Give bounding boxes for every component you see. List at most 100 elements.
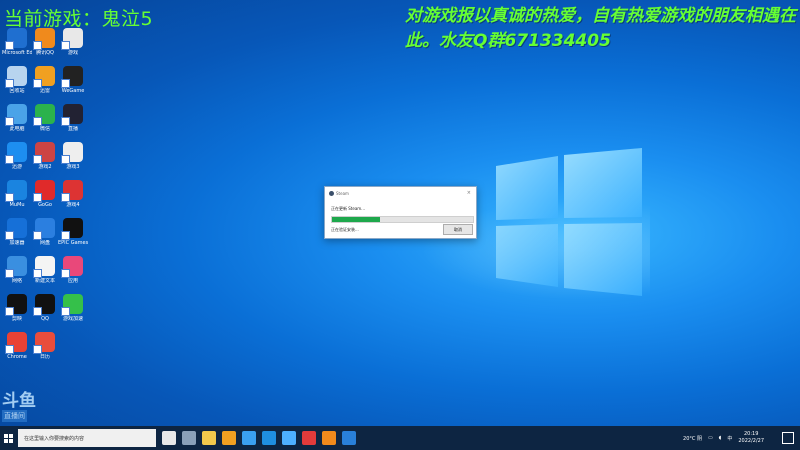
app-icon [33, 28, 55, 50]
desktop-icon-label: 回收站 [9, 88, 25, 94]
pinned-app-icon[interactable] [302, 431, 316, 445]
app-icon [33, 294, 55, 316]
progress-fill [332, 217, 380, 222]
app-icon [33, 180, 55, 202]
desktop-icon[interactable]: 应用 [58, 256, 88, 294]
desktop-icon[interactable]: 日历 [30, 332, 60, 370]
desktop-icon[interactable]: 迅雷 [30, 66, 60, 104]
pinned-app-icon[interactable] [162, 431, 176, 445]
taskbar: 在这里输入你要搜索的内容 20°C 阴 ▭ ◖ 中 20:19 2022/2/2… [0, 426, 800, 450]
pinned-apps [156, 431, 356, 445]
desktop-icon[interactable]: 网盘 [30, 218, 60, 256]
app-icon [5, 28, 27, 50]
desktop-icon-label: 微信 [39, 126, 50, 132]
progress-bar [331, 216, 474, 223]
desktop-icon-label: 新建文本 [34, 278, 55, 284]
app-icon [33, 332, 55, 354]
cancel-button[interactable]: 取消 [443, 224, 473, 235]
dialog-title: Steam [336, 191, 349, 196]
desktop-icon-label: QQ [41, 316, 49, 322]
desktop-icon-label: 网络 [11, 278, 22, 284]
app-icon [33, 104, 55, 126]
desktop-icon-label: GoGo [38, 202, 52, 208]
desktop-icon[interactable]: 加速器 [2, 218, 32, 256]
app-icon [61, 28, 83, 50]
app-icon [33, 256, 55, 278]
clock-time: 20:19 [743, 431, 759, 437]
douyu-watermark: 斗鱼 [2, 391, 36, 411]
app-icon [5, 104, 27, 126]
pinned-app-icon[interactable] [222, 431, 236, 445]
desktop-icon[interactable]: 新建文本 [30, 256, 60, 294]
desktop-icon-label: 剪映 [11, 316, 22, 322]
app-icon [33, 218, 55, 240]
search-placeholder: 在这里输入你要搜索的内容 [24, 435, 85, 442]
system-tray: 20°C 阴 ▭ ◖ 中 20:19 2022/2/27 [683, 426, 800, 450]
current-game-overlay: 当前游戏：鬼泣5 [4, 8, 154, 30]
desktop-icon[interactable]: GoGo [30, 180, 60, 218]
desktop-icon-label: 加速器 [9, 240, 25, 246]
desktop-icon[interactable]: 直播 [58, 104, 88, 142]
desktop-icon-label: Microsoft Edge [2, 50, 32, 56]
desktop-icon-label: MuMu [9, 202, 25, 208]
ime-indicator[interactable]: 中 [727, 435, 732, 442]
app-icon [33, 142, 55, 164]
douyu-watermark-sub: 直播间 [2, 410, 27, 422]
app-icon [61, 180, 83, 202]
desktop-icon[interactable]: Microsoft Edge [2, 28, 32, 66]
desktop-icon[interactable]: 游戏加速 [58, 294, 88, 332]
desktop-icon-label: 日历 [39, 354, 50, 360]
fan-group-overlay: 对游戏报以真诚的热爱，自有热爱游戏的朋友相遇在此。水友Q群671334405 [405, 6, 796, 51]
weather-status[interactable]: 20°C 阴 [683, 435, 702, 442]
app-icon [5, 332, 27, 354]
pinned-app-icon[interactable] [202, 431, 216, 445]
app-icon [5, 142, 27, 164]
desktop-icon-label: WeGame [61, 88, 85, 94]
desktop-icon-label: 迅雷 [39, 88, 50, 94]
windows-logo [496, 148, 642, 296]
desktop-icon-label: 此电脑 [9, 126, 25, 132]
close-icon[interactable]: × [467, 190, 471, 196]
desktop-icon[interactable]: 腾讯QQ [30, 28, 60, 66]
desktop-icon[interactable]: QQ [30, 294, 60, 332]
desktop-icon[interactable]: MuMu [2, 180, 32, 218]
desktop-icon[interactable]: Chrome [2, 332, 32, 370]
desktop-icon[interactable]: 微信 [30, 104, 60, 142]
desktop-icon[interactable]: 游戏4 [58, 180, 88, 218]
network-icon[interactable]: ▭ [708, 435, 713, 441]
desktop-icon[interactable]: 游戏 [58, 28, 88, 66]
pinned-app-icon[interactable] [282, 431, 296, 445]
pinned-app-icon[interactable] [182, 431, 196, 445]
pinned-app-icon[interactable] [242, 431, 256, 445]
app-icon [61, 256, 83, 278]
desktop-icon[interactable]: 剪映 [2, 294, 32, 332]
app-icon [61, 104, 83, 126]
notification-icon[interactable] [782, 432, 794, 444]
desktop-icon-label: 腾讯QQ [36, 50, 54, 56]
windows-icon [3, 433, 13, 443]
desktop-icon[interactable]: 迅游 [2, 142, 32, 180]
pinned-app-icon[interactable] [342, 431, 356, 445]
desktop-icon[interactable]: 此电脑 [2, 104, 32, 142]
desktop-icon[interactable]: 回收站 [2, 66, 32, 104]
app-icon [33, 66, 55, 88]
pinned-app-icon[interactable] [322, 431, 336, 445]
clock-date: 2022/2/27 [738, 438, 764, 444]
app-icon [5, 256, 27, 278]
desktop-icon-label: 游戏2 [38, 164, 52, 170]
desktop-icon[interactable]: WeGame [58, 66, 88, 104]
pinned-app-icon[interactable] [262, 431, 276, 445]
clock[interactable]: 20:19 2022/2/27 [738, 431, 764, 445]
desktop-icon[interactable]: 网络 [2, 256, 32, 294]
search-box[interactable]: 在这里输入你要搜索的内容 [18, 429, 156, 447]
desktop-icon-label: 游戏加速 [62, 316, 83, 322]
app-icon [61, 66, 83, 88]
desktop-icon[interactable]: 游戏3 [58, 142, 88, 180]
desktop-icon[interactable]: 游戏2 [30, 142, 60, 180]
verify-status: 正在验证安装... [331, 227, 359, 232]
desktop-icon-label: Chrome [7, 354, 27, 360]
app-icon [61, 294, 83, 316]
start-button[interactable] [0, 426, 16, 450]
volume-icon[interactable]: ◖ [719, 435, 722, 441]
desktop-icon[interactable]: EPIC Games Launcher [58, 218, 88, 256]
